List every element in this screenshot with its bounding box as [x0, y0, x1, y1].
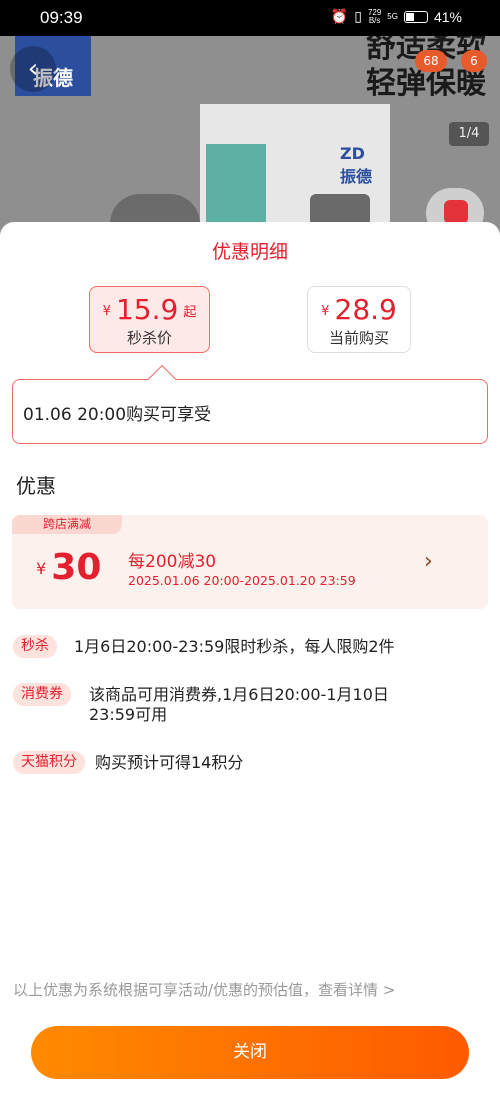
view-details-link[interactable]: 以上优惠为系统根据可享活动/优惠的预估值，查看详情 > [13, 979, 395, 1000]
status-bar: 09:39 ⏰ ▯ 729 B/s 5G 41% [0, 0, 500, 36]
vibrate-icon: ▯ [354, 8, 362, 24]
tip-text: 01.06 20:00购买可享受 [23, 405, 212, 425]
currency-symbol: ¥ [102, 304, 111, 319]
back-button[interactable]: ‹ [10, 46, 56, 92]
promo-tag: 消费券 [13, 683, 71, 706]
promo-item-consumer-voucher: 消费券 该商品可用消费券,1月6日20:00-1月10日 23:59可用 [13, 683, 483, 727]
flash-price: 15.9 [115, 293, 179, 326]
flash-price-label: 秒杀价 [126, 329, 172, 347]
promo-tag: 天猫积分 [13, 751, 85, 774]
discount-detail-sheet: 优惠明细 ¥ 15.9 起 秒杀价 ¥ 28.9 当前购买 01.06 20:0… [0, 222, 500, 1111]
current-price-label: 当前购买 [328, 329, 389, 347]
promo-item-flash-sale: 秒杀 1月6日20:00-23:59限时秒杀，每人限购2件 [13, 635, 483, 661]
share-badge[interactable]: 68 [415, 50, 447, 72]
alarm-icon: ⏰ [330, 8, 349, 24]
currency-symbol: ¥ [36, 559, 47, 578]
package-stripe [206, 144, 266, 234]
battery-icon [403, 10, 428, 23]
signal-icon: 5G [387, 11, 398, 21]
price-tip-box: 01.06 20:00购买可享受 [12, 364, 488, 444]
promo-text: 购买预计可得14积分 [95, 753, 244, 772]
chevron-right-icon[interactable]: › [424, 549, 433, 574]
sheet-title: 优惠明细 [211, 241, 288, 263]
image-page-indicator: 1/4 [449, 122, 489, 146]
cart-badge[interactable]: 6 [461, 50, 487, 72]
coupon-amount: ¥ 30 [36, 547, 102, 588]
status-icons: ⏰ ▯ 729 B/s 5G 41% [331, 8, 462, 25]
promo-item-tmall-points: 天猫积分 购买预计可得14积分 [13, 751, 483, 777]
coupon-date-range: 2025.01.06 20:00-2025.01.20 23:59 [128, 573, 356, 588]
currency-symbol: ¥ [321, 304, 330, 319]
status-time: 09:39 [40, 8, 83, 27]
cross-store-coupon[interactable]: 跨店满减 ¥ 30 每200减30 2025.01.06 20:00-2025.… [12, 515, 488, 609]
promo-text: 1月6日20:00-23:59限时秒杀，每人限购2件 [74, 637, 395, 656]
flash-price-card[interactable]: ¥ 15.9 起 秒杀价 [89, 286, 210, 353]
battery-percent: 41% [433, 8, 462, 25]
close-button[interactable]: 关闭 [31, 1026, 469, 1079]
bar-chart-icon [444, 200, 468, 224]
network-speed: 729 B/s [367, 7, 382, 25]
chevron-left-icon: ‹ [27, 54, 39, 84]
coupon-tag: 跨店满减 [12, 515, 122, 534]
current-price-card[interactable]: ¥ 28.9 当前购买 [307, 286, 411, 353]
section-title: 优惠 [16, 474, 56, 498]
promo-text: 该商品可用消费券,1月6日20:00-1月10日 23:59可用 [89, 685, 389, 724]
current-price: 28.9 [334, 293, 397, 326]
tip-arrow [147, 364, 177, 394]
coupon-rule: 每200减30 [128, 552, 217, 572]
package-logo: ZD 振德 [340, 144, 373, 186]
price-suffix: 起 [183, 305, 197, 320]
promo-tag: 秒杀 [13, 635, 57, 658]
